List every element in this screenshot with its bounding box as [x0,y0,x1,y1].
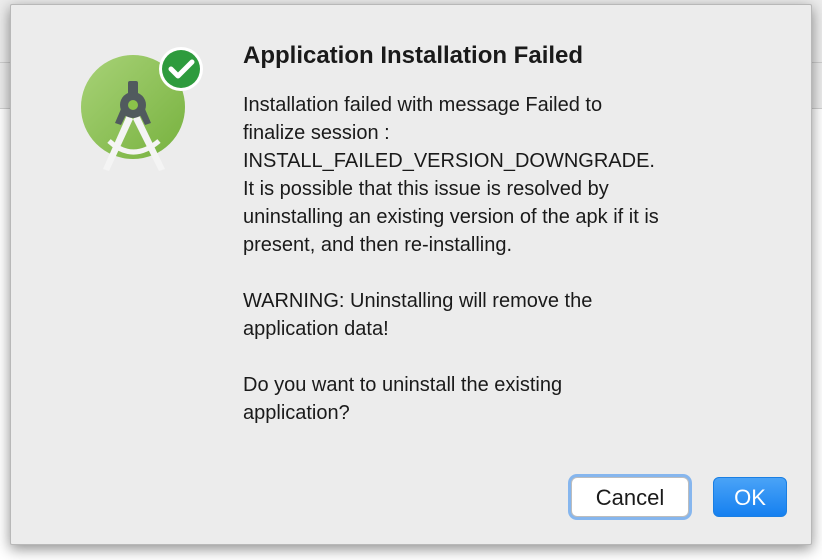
installation-failed-dialog: Application Installation Failed Installa… [10,4,812,545]
question-paragraph: Do you want to uninstall the existing ap… [243,371,783,427]
dialog-title: Application Installation Failed [243,42,584,69]
message-line: Installation failed with message Failed … [243,94,603,116]
ok-button[interactable]: OK [713,477,787,517]
dialog-message: Installation failed with message Failed … [243,91,783,427]
checkmark-badge-icon [159,47,203,91]
message-line: finalize session : [243,122,390,144]
cancel-button[interactable]: Cancel [571,477,689,517]
message-line: WARNING: Uninstalling will remove the [243,290,593,312]
message-line: INSTALL_FAILED_VERSION_DOWNGRADE. [243,150,655,172]
warning-paragraph: WARNING: Uninstalling will remove the ap… [243,287,783,343]
android-studio-icon [81,47,203,171]
message-line: Do you want to uninstall the existing [243,374,563,396]
message-line: application data! [243,318,389,340]
message-line: application? [243,402,350,424]
error-paragraph: Installation failed with message Failed … [243,91,783,259]
message-line: It is possible that this issue is resolv… [243,178,609,200]
message-line: present, and then re-installing. [243,234,513,256]
message-line: uninstalling an existing version of the … [243,206,659,228]
dialog-content: Application Installation Failed Installa… [243,41,783,455]
